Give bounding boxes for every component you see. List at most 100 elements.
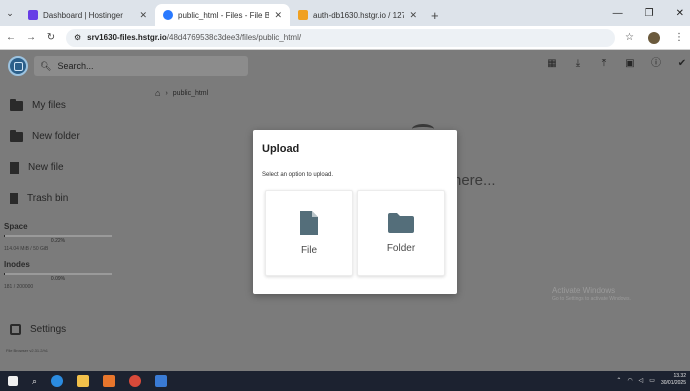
url-input[interactable]: ⚙ srv1630-files.hstgr.io/48d4769538c3dee… <box>66 28 616 47</box>
sidebar-item-label: Trash bin <box>27 193 69 204</box>
grid-view-icon[interactable]: ▦ <box>546 58 558 70</box>
new-tab-button[interactable]: + <box>425 4 445 26</box>
tab-search-icon[interactable]: ⌄ <box>0 0 20 26</box>
settings-icon <box>10 324 21 335</box>
tab-title: public_html - Files - File Browser <box>178 10 270 20</box>
search-input[interactable]: 🔍︎ Search... <box>34 56 248 76</box>
tab-phpmyadmin[interactable]: auth-db1630.hstgr.io / 127.0.0.1 ✕ <box>290 4 425 26</box>
reload-icon[interactable]: ↻ <box>46 32 56 43</box>
minimize-icon[interactable]: — <box>613 8 623 19</box>
sidebar-item-new-folder[interactable]: New folder <box>0 121 120 152</box>
check-circle-icon[interactable]: ✔ <box>676 58 688 70</box>
space-usage: 0.22% 114.04 MiB / 50 GiB <box>0 231 120 252</box>
sidebar-item-label: New file <box>28 162 64 173</box>
inodes-progress-bar <box>4 273 112 275</box>
close-window-icon[interactable]: ✕ <box>676 8 684 19</box>
space-percent: 0.22% <box>50 238 66 244</box>
edge-icon[interactable] <box>51 375 64 387</box>
space-title: Space <box>4 222 28 231</box>
new-folder-icon <box>10 129 23 142</box>
download-icon[interactable]: ⤓ <box>572 58 584 70</box>
url-host: srv1630-files.hstgr.io <box>87 33 167 42</box>
site-info-icon[interactable]: ⚙ <box>74 33 81 42</box>
chevron-right-icon: › <box>165 89 168 97</box>
sidebar-item-settings[interactable]: Settings <box>0 314 120 345</box>
inodes-percent: 0.09% <box>50 276 66 282</box>
tab-file-browser[interactable]: public_html - Files - File Browser ✕ <box>155 4 290 26</box>
phpmyadmin-favicon-icon <box>298 10 308 20</box>
sidebar-item-label: New folder <box>32 131 80 142</box>
watermark-subtitle: Go to Settings to activate Windows. <box>552 296 631 302</box>
tray-chevron-icon[interactable]: ⌃ <box>616 377 621 384</box>
breadcrumb: ⌂ › public_html <box>155 88 208 98</box>
inodes-usage: 0.09% 181 / 200000 <box>0 269 120 290</box>
info-icon[interactable]: ⓘ <box>650 58 662 70</box>
restore-icon[interactable]: ❐ <box>645 8 654 19</box>
store-icon[interactable] <box>103 375 116 387</box>
upload-dialog: Upload Select an option to upload. File … <box>253 130 457 294</box>
dialog-description: Select an option to upload. <box>262 172 334 178</box>
volume-icon[interactable]: ◁ <box>639 377 644 384</box>
trash-icon <box>10 193 18 204</box>
dialog-title: Upload <box>262 143 300 155</box>
keyboard-icon[interactable]: ▭ <box>649 377 655 384</box>
upload-file-button[interactable]: File <box>265 190 353 276</box>
inodes-usage-text: 181 / 200000 <box>4 284 34 290</box>
hostinger-favicon-icon <box>28 10 38 20</box>
app-icon[interactable] <box>155 375 168 387</box>
search-placeholder: Search... <box>57 61 94 71</box>
inodes-title: Inodes <box>4 260 30 269</box>
upload-folder-label: Folder <box>386 242 416 254</box>
tab-close-icon[interactable]: ✕ <box>274 10 282 21</box>
upload-icon[interactable]: ⤒ <box>598 58 610 70</box>
breadcrumb-item[interactable]: public_html <box>173 90 208 97</box>
upload-folder-button[interactable]: Folder <box>357 190 445 276</box>
empty-state-text: here... <box>453 172 496 189</box>
windows-start-icon[interactable] <box>8 376 18 386</box>
filebrowser-logo-icon[interactable] <box>8 56 28 76</box>
watermark-title: Activate Windows <box>552 286 616 295</box>
tab-close-icon[interactable]: ✕ <box>409 10 417 21</box>
activate-windows-watermark: Activate Windows Go to Settings to activ… <box>552 286 631 302</box>
tab-title: Dashboard | Hostinger <box>43 10 123 20</box>
taskbar-clock[interactable]: 13.32 30/01/2025 <box>661 373 686 387</box>
tab-close-icon[interactable]: ✕ <box>139 10 147 21</box>
sidebar-item-trash-bin[interactable]: Trash bin <box>0 183 120 214</box>
forward-icon[interactable]: → <box>26 32 36 43</box>
sidebar: My files New folder New file Trash bin S… <box>0 90 120 345</box>
network-icon[interactable]: ◠ <box>627 377 632 384</box>
bookmark-star-icon[interactable]: ☆ <box>625 32 634 43</box>
profile-avatar-icon[interactable] <box>648 31 660 44</box>
clock-date: 30/01/2025 <box>660 380 686 386</box>
browser-tab-strip: ⌄ Dashboard | Hostinger ✕ public_html - … <box>0 0 690 26</box>
url-path: /48d4769538c3dee3/files/public_html/ <box>166 33 302 42</box>
new-file-icon <box>10 161 19 174</box>
tab-dashboard-hostinger[interactable]: Dashboard | Hostinger ✕ <box>20 4 155 26</box>
sidebar-item-new-file[interactable]: New file <box>0 152 120 183</box>
space-progress-bar <box>4 235 112 237</box>
system-tray: ⌃ ◠ ◁ ▭ 13.32 30/01/2025 <box>616 373 686 387</box>
sidebar-item-label: My files <box>32 100 66 111</box>
windows-taskbar: ⌕ ⌃ ◠ ◁ ▭ 13.32 30/01/2025 <box>0 371 690 391</box>
app-header: 🔍︎ Search... ▦ ⤓ ⤒ ▣ ⓘ ✔ <box>0 50 690 82</box>
file-explorer-icon[interactable] <box>77 375 90 387</box>
folder-icon <box>388 212 414 233</box>
home-icon[interactable]: ⌂ <box>155 88 160 98</box>
select-multiple-icon[interactable]: ▣ <box>624 58 636 70</box>
filebrowser-favicon-icon <box>163 10 173 20</box>
browser-menu-icon[interactable]: ⋮ <box>674 32 684 43</box>
back-icon[interactable]: ← <box>6 32 16 43</box>
address-bar-row: ← → ↻ ⚙ srv1630-files.hstgr.io/48d476953… <box>0 26 690 50</box>
chrome-icon[interactable] <box>129 375 142 387</box>
space-usage-text: 114.04 MiB / 50 GiB <box>4 246 49 252</box>
sidebar-item-my-files[interactable]: My files <box>0 90 120 121</box>
upload-file-label: File <box>300 244 318 256</box>
folder-icon <box>10 98 23 111</box>
file-icon <box>300 210 318 235</box>
sidebar-item-label: Settings <box>30 324 67 335</box>
tab-title: auth-db1630.hstgr.io / 127.0.0.1 <box>313 10 405 20</box>
search-icon[interactable]: ⌕ <box>32 376 37 387</box>
window-controls: — ❐ ✕ <box>613 0 690 26</box>
clock-time: 13.32 <box>673 373 686 379</box>
app-version: File Browser v2.31.2/h1 <box>6 348 49 353</box>
